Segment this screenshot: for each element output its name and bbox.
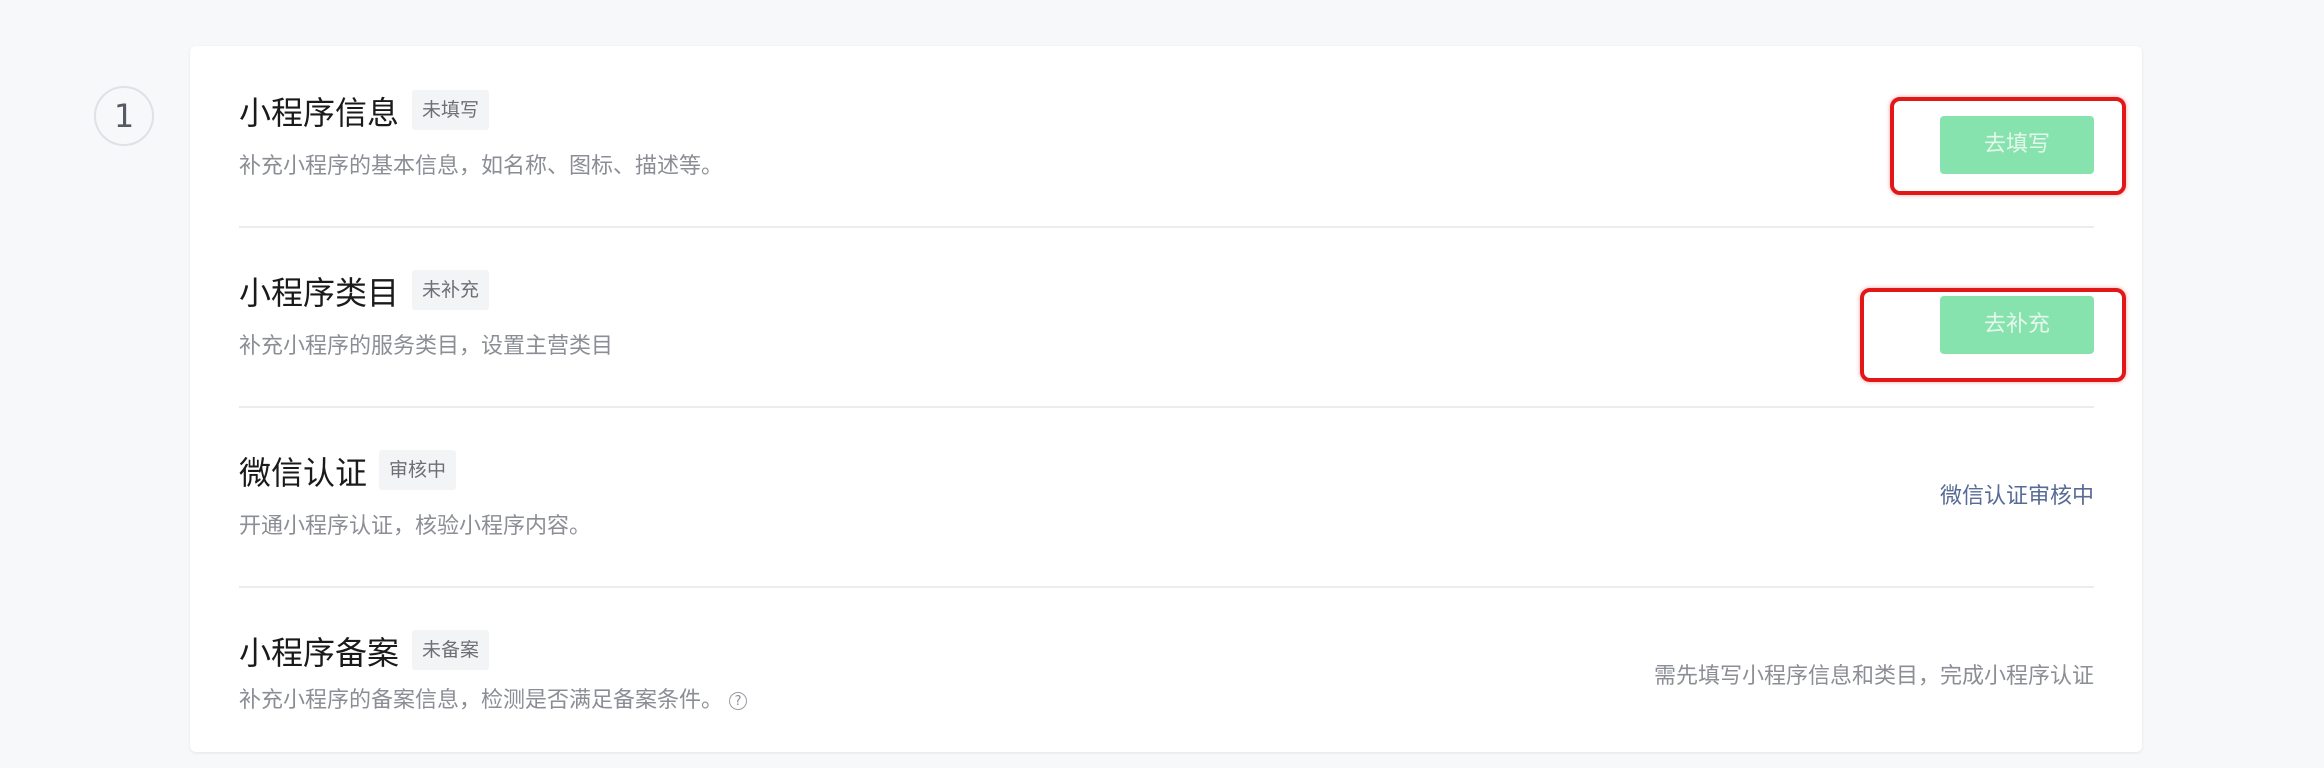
row-wechat-verification: 微信认证 审核中 开通小程序认证，核验小程序内容。 微信认证审核中	[239, 406, 2094, 588]
status-badge: 未补充	[412, 270, 490, 310]
row-miniprogram-filing: 小程序备案 未备案 补充小程序的备案信息，检测是否满足备案条件。? 需先填写小程…	[239, 586, 2094, 766]
status-badge: 未备案	[412, 630, 490, 670]
row-title: 小程序信息	[239, 94, 400, 132]
row-miniprogram-info: 小程序信息 未填写 补充小程序的基本信息，如名称、图标、描述等。 去填写	[239, 46, 2094, 228]
row-miniprogram-category: 小程序类目 未补充 补充小程序的服务类目，设置主营类目 去补充	[239, 226, 2094, 408]
row-title: 小程序备案	[239, 634, 400, 672]
row-description: 补充小程序的服务类目，设置主营类目	[239, 334, 614, 359]
verification-status-text[interactable]: 微信认证审核中	[1940, 478, 2094, 510]
filing-prerequisite-text: 需先填写小程序信息和类目，完成小程序认证	[1653, 664, 2094, 689]
status-badge: 未填写	[412, 90, 490, 130]
highlight-box	[1860, 288, 2126, 382]
row-description: 开通小程序认证，核验小程序内容。	[239, 514, 592, 539]
status-badge: 审核中	[379, 450, 457, 490]
setup-card: 小程序信息 未填写 补充小程序的基本信息，如名称、图标、描述等。 去填写 小程序…	[190, 46, 2142, 752]
step-number: 1	[94, 86, 154, 146]
row-description-text: 补充小程序的备案信息，检测是否满足备案条件。	[239, 688, 724, 713]
row-description: 补充小程序的基本信息，如名称、图标、描述等。	[239, 154, 724, 179]
question-circle-icon[interactable]: ?	[729, 692, 748, 710]
row-title: 微信认证	[239, 454, 368, 492]
row-description: 补充小程序的备案信息，检测是否满足备案条件。?	[239, 682, 748, 714]
highlight-box	[1890, 97, 2126, 195]
row-title: 小程序类目	[239, 274, 400, 312]
